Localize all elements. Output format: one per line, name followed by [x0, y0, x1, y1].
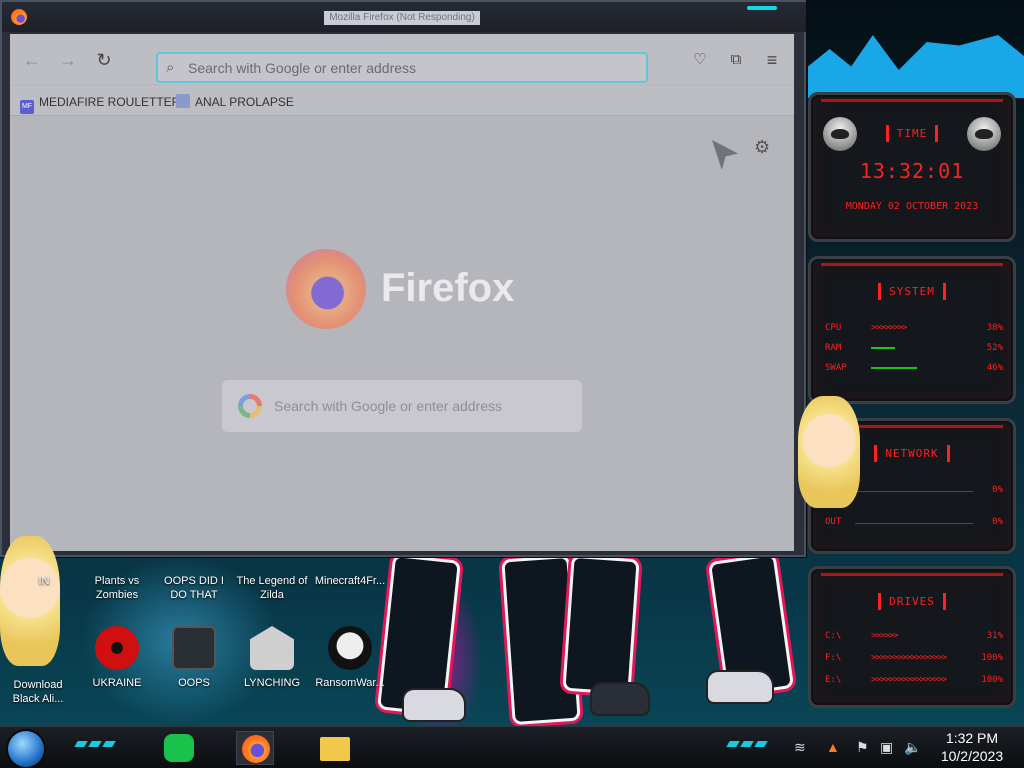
taskbar-accent: [726, 741, 740, 747]
swap-row: SWAP 46%: [825, 363, 1003, 373]
notes-app-icon: [164, 734, 194, 762]
system-widget: SYSTEM CPU >>>>>>>> 38% RAM 52% SWAP 46%: [808, 256, 1016, 404]
firefox-logo: [286, 249, 366, 329]
network-icon[interactable]: ▣: [880, 739, 893, 756]
url-input[interactable]: [188, 59, 628, 77]
pocket-icon[interactable]: ♡: [688, 48, 712, 72]
firefox-wordmark: Firefox: [381, 266, 515, 310]
desktop-icon[interactable]: Download Black Ali...: [2, 628, 74, 706]
widget-date: MONDAY 02 OCTOBER 2023: [845, 201, 979, 212]
bookmark-favicon: MF: [20, 100, 34, 114]
wallpaper-figure: [592, 684, 648, 714]
desktop-icon[interactable]: LYNCHING: [236, 626, 308, 690]
flag-icon[interactable]: ⚑: [856, 739, 869, 756]
widget-title: TIME: [811, 125, 1013, 142]
download-icon: [16, 628, 60, 672]
desktop-icon[interactable]: RansomWar...: [314, 626, 386, 690]
skull-icon: [328, 626, 372, 670]
taskbar-app-notes[interactable]: [160, 731, 198, 765]
drive-e-row: E:\ >>>>>>>>>>>>>>>>> 100%: [825, 675, 1003, 685]
new-tab-page: ⚙ Firefox: [10, 116, 794, 551]
newtab-search-input[interactable]: [274, 396, 564, 416]
nav-toolbar: ← → ↻ ⌕ ♡ ⧉ ≡: [10, 34, 794, 84]
titlebar-accent: [747, 6, 777, 10]
tray-menu-icon[interactable]: ≋: [794, 739, 806, 756]
network-out-row: OUT 0%: [825, 517, 1003, 527]
computer-icon: [172, 626, 216, 670]
taskbar-accent: [88, 741, 102, 747]
ram-row: RAM 52%: [825, 343, 1003, 353]
taskbar-date: 10/2/2023: [940, 748, 1004, 764]
browser-content: ← → ↻ ⌕ ♡ ⧉ ≡ MF MEDIAFIRE ROULETTER ANAL…: [10, 34, 794, 551]
url-bar[interactable]: ⌕: [156, 52, 648, 83]
desktop-icon[interactable]: UKRAINE: [81, 626, 153, 690]
wallpaper-figure: [708, 672, 772, 702]
newtab-search-box[interactable]: [222, 380, 582, 432]
drive-c-row: C:\ >>>>>> 31%: [825, 631, 1003, 641]
noose-icon: [250, 626, 294, 670]
desktop: { "window": { "title": "Mozilla Firefox …: [0, 0, 1024, 768]
desktop-icon[interactable]: Minecraft4Fr...: [314, 574, 386, 588]
cartoon-character: [798, 396, 860, 508]
bookmark-favicon: [176, 94, 190, 108]
taskbar-time: 1:32 PM: [945, 730, 999, 746]
taskbar-accent: [740, 741, 754, 747]
cpu-row: CPU >>>>>>>> 38%: [825, 323, 1003, 333]
mouse-cursor-icon: [712, 140, 738, 170]
tray-app-icon[interactable]: ▲: [826, 739, 840, 755]
drive-f-row: F:\ >>>>>>>>>>>>>>>>> 100%: [825, 653, 1003, 663]
window-title: Mozilla Firefox (Not Responding): [324, 11, 480, 25]
taskbar: ≋ ▲ ⚑ ▣ 🔈 1:32 PM 10/2/2023: [0, 726, 1024, 768]
taskbar-clock[interactable]: 1:32 PM 10/2/2023: [930, 729, 1014, 765]
firefox-icon: [11, 9, 27, 25]
bookmark-item[interactable]: ANAL PROLAPSE: [176, 94, 294, 110]
window-titlebar[interactable]: Mozilla Firefox (Not Responding): [2, 2, 806, 32]
back-button[interactable]: ←: [20, 48, 44, 72]
drives-widget: DRIVES C:\ >>>>>> 31% F:\ >>>>>>>>>>>>>>…: [808, 566, 1016, 708]
desktop-icon[interactable]: The Legend of Zilda: [236, 574, 308, 602]
taskbar-accent: [74, 741, 88, 747]
time-widget: TIME 13:32:01 MONDAY 02 OCTOBER 2023: [808, 92, 1016, 242]
bookmarks-toolbar: MF MEDIAFIRE ROULETTER ANAL PROLAPSE: [10, 86, 794, 116]
widget-title: DRIVES: [811, 593, 1013, 610]
bookmark-item[interactable]: MF MEDIAFIRE ROULETTER: [20, 94, 181, 114]
menu-icon[interactable]: ≡: [760, 48, 784, 72]
taskbar-accent: [102, 741, 116, 747]
firefox-icon: [242, 735, 270, 763]
folder-icon: [320, 737, 350, 761]
wallpaper-figure: [565, 557, 637, 693]
bookmark-label: MEDIAFIRE ROULETTER: [39, 95, 181, 109]
wallpaper-figure: [504, 558, 578, 722]
taskbar-accent: [754, 741, 768, 747]
volume-icon[interactable]: 🔈: [904, 739, 921, 756]
google-icon: [238, 394, 262, 418]
desktop-icon[interactable]: OOPS: [158, 626, 230, 690]
settings-gear-icon[interactable]: ⚙: [754, 137, 770, 158]
search-icon: ⌕: [166, 59, 175, 76]
forward-button[interactable]: →: [56, 48, 80, 72]
taskbar-app-firefox[interactable]: [236, 731, 274, 765]
widget-title: SYSTEM: [811, 283, 1013, 300]
desktop-icon[interactable]: OOPS DID I DO THAT: [158, 574, 230, 602]
desktop-icon[interactable]: IN: [24, 574, 64, 588]
start-button[interactable]: [8, 731, 44, 767]
desktop-icon[interactable]: Plants vs Zombies: [81, 574, 153, 602]
reload-button[interactable]: ↻: [92, 48, 116, 72]
taskbar-app-explorer[interactable]: [316, 731, 354, 765]
radiation-icon: [95, 626, 139, 670]
bookmark-label: ANAL PROLAPSE: [195, 95, 294, 109]
firefox-window[interactable]: Mozilla Firefox (Not Responding) ← → ↻ ⌕…: [0, 0, 806, 557]
widget-clock: 13:32:01: [859, 159, 965, 183]
wallpaper-figure: [404, 690, 464, 720]
extensions-icon[interactable]: ⧉: [724, 48, 748, 72]
